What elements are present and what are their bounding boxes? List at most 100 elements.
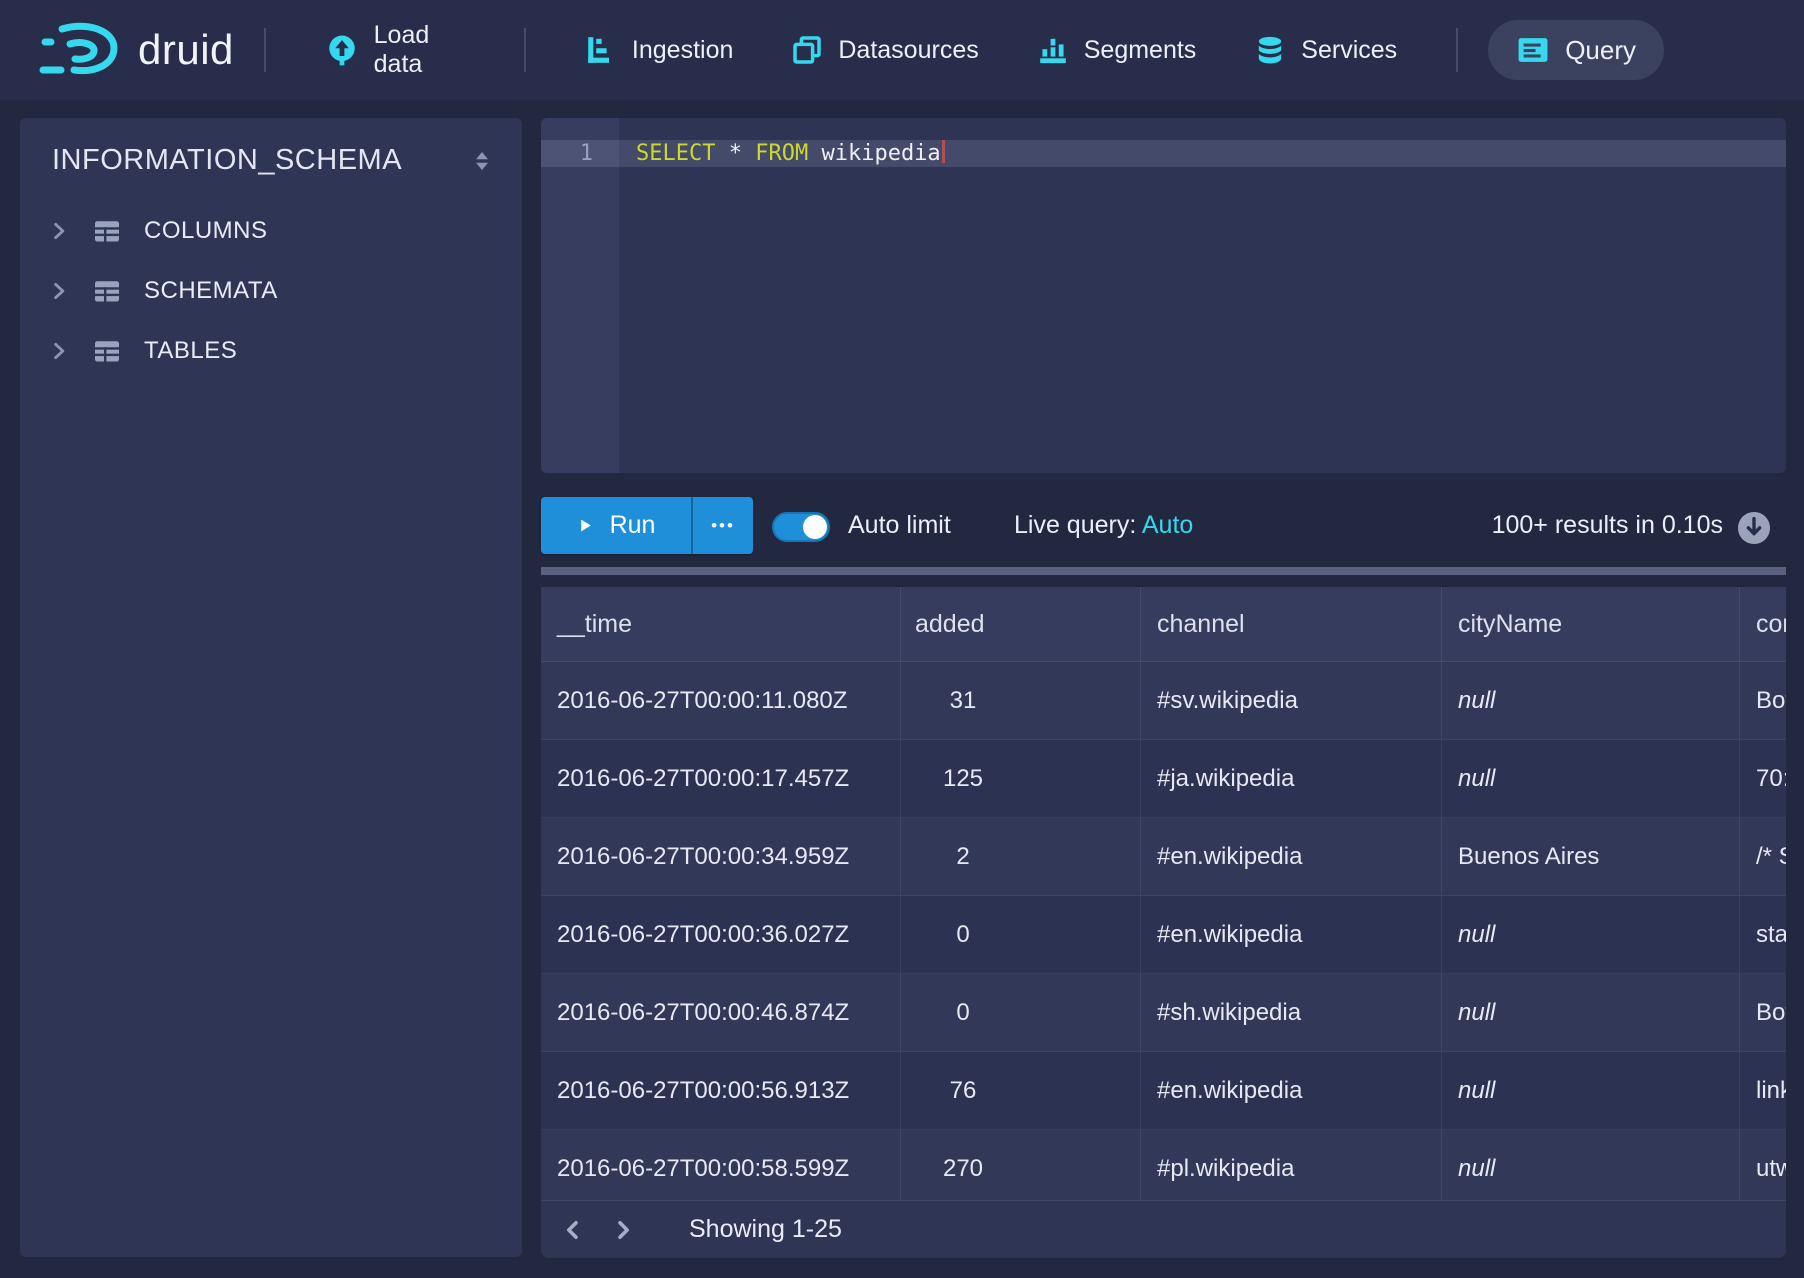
cell-added[interactable]: 2 (901, 818, 1141, 895)
line-number: 1 (541, 140, 619, 167)
nav-item-segments[interactable]: Segments (1008, 0, 1226, 100)
run-more-button[interactable]: ••• (691, 497, 753, 554)
cell-time[interactable]: 2016-06-27T00:00:56.913Z (541, 1052, 901, 1129)
tree-item-schemata[interactable]: SCHEMATA (20, 261, 522, 321)
cell-time[interactable]: 2016-06-27T00:00:34.959Z (541, 818, 901, 895)
cell-added-value: 2 (915, 818, 1011, 895)
next-page-button[interactable] (601, 1208, 645, 1252)
schema-tree: COLUMNS SCHEMATA TABLE (20, 201, 522, 381)
table-row: 2016-06-27T00:00:56.913Z 76 #en.wikipedi… (541, 1052, 1786, 1130)
cell-cityname[interactable]: null (1442, 740, 1740, 817)
cell-time[interactable]: 2016-06-27T00:00:17.457Z (541, 740, 901, 817)
run-button[interactable]: Run (541, 497, 691, 554)
cell-comment[interactable]: 70: (1740, 740, 1786, 817)
cell-channel[interactable]: #en.wikipedia (1141, 1052, 1442, 1129)
auto-limit-label: Auto limit (848, 497, 951, 554)
nav-item-load-data[interactable]: Load data (296, 0, 495, 100)
table-body: 2016-06-27T00:00:11.080Z 31 #sv.wikipedi… (541, 662, 1786, 1208)
tree-item-label: COLUMNS (144, 217, 268, 245)
cell-added[interactable]: 125 (901, 740, 1141, 817)
column-header-cityname[interactable]: cityName (1442, 587, 1740, 661)
nav-item-label: Ingestion (632, 36, 733, 65)
cell-added[interactable]: 31 (901, 662, 1141, 739)
nav-item-ingestion[interactable]: Ingestion (556, 0, 762, 100)
cell-cityname[interactable]: null (1442, 662, 1740, 739)
column-header-time[interactable]: __time (541, 587, 901, 661)
cell-channel[interactable]: #sh.wikipedia (1141, 974, 1442, 1051)
prev-page-button[interactable] (551, 1208, 595, 1252)
navbar: druid Load data Ingestion Datasources (0, 0, 1804, 100)
cell-comment[interactable]: link (1740, 1052, 1786, 1129)
cell-time[interactable]: 2016-06-27T00:00:58.599Z (541, 1130, 901, 1207)
auto-limit-toggle[interactable] (772, 512, 830, 542)
cell-added[interactable]: 76 (901, 1052, 1141, 1129)
cell-channel[interactable]: #en.wikipedia (1141, 896, 1442, 973)
sql-star: * (729, 141, 742, 166)
resize-divider[interactable] (541, 567, 1786, 575)
brand-name: druid (138, 26, 234, 74)
cell-added[interactable]: 0 (901, 974, 1141, 1051)
cell-channel[interactable]: #sv.wikipedia (1141, 662, 1442, 739)
sql-table-name: wikipedia (821, 141, 940, 166)
cell-cityname[interactable]: Buenos Aires (1442, 818, 1740, 895)
chevron-right-icon (48, 340, 70, 362)
nav-item-label: Services (1301, 36, 1397, 65)
cell-time[interactable]: 2016-06-27T00:00:36.027Z (541, 896, 901, 973)
toggle-knob (803, 515, 827, 539)
nav-divider (1456, 28, 1458, 72)
cell-cityname[interactable]: null (1442, 1052, 1740, 1129)
cell-added-value: 31 (915, 662, 1011, 739)
chevron-right-icon (611, 1218, 635, 1242)
schema-title: INFORMATION_SCHEMA (52, 144, 402, 177)
cell-comment[interactable]: Bot (1740, 662, 1786, 739)
tree-item-tables[interactable]: TABLES (20, 321, 522, 381)
sort-icon[interactable] (470, 149, 494, 173)
cell-comment[interactable]: sta (1740, 896, 1786, 973)
editor-active-line[interactable]: 1 SELECT * FROM wikipedia (541, 140, 1786, 167)
load-data-icon (325, 33, 359, 67)
play-icon (577, 517, 594, 534)
cell-time[interactable]: 2016-06-27T00:00:46.874Z (541, 974, 901, 1051)
nav-item-query-active[interactable]: Query (1488, 20, 1664, 80)
cell-channel[interactable]: #en.wikipedia (1141, 818, 1442, 895)
sql-keyword: SELECT (636, 141, 715, 166)
cell-cityname[interactable]: null (1442, 1130, 1740, 1207)
chevron-right-icon (48, 280, 70, 302)
run-button-label: Run (610, 511, 656, 540)
tree-item-label: SCHEMATA (144, 277, 278, 305)
cell-added[interactable]: 270 (901, 1130, 1141, 1207)
sql-text[interactable]: SELECT * FROM wikipedia (619, 140, 1786, 167)
nav-item-datasources[interactable]: Datasources (762, 0, 1007, 100)
cell-channel[interactable]: #ja.wikipedia (1141, 740, 1442, 817)
sql-editor[interactable]: 1 SELECT * FROM wikipedia (541, 118, 1786, 473)
ellipsis-icon: ••• (711, 516, 735, 536)
column-header-channel[interactable]: channel (1141, 587, 1442, 661)
table-row: 2016-06-27T00:00:46.874Z 0 #sh.wikipedia… (541, 974, 1786, 1052)
cell-comment[interactable]: utw (1740, 1130, 1786, 1207)
cell-added[interactable]: 0 (901, 896, 1141, 973)
cell-added-value: 270 (915, 1130, 1011, 1207)
download-results-button[interactable] (1737, 511, 1771, 545)
cell-comment[interactable]: Bot (1740, 974, 1786, 1051)
cell-comment[interactable]: /* S (1740, 818, 1786, 895)
datasources-icon (791, 34, 823, 66)
cell-channel[interactable]: #pl.wikipedia (1141, 1130, 1442, 1207)
nav-item-label: Segments (1084, 36, 1197, 65)
download-icon (1737, 511, 1771, 545)
cell-time[interactable]: 2016-06-27T00:00:11.080Z (541, 662, 901, 739)
druid-logo-icon (38, 19, 126, 81)
column-header-added[interactable]: added (901, 587, 1141, 661)
run-button-group: Run ••• (541, 497, 753, 554)
table-icon (92, 216, 122, 246)
live-query-value[interactable]: Auto (1142, 511, 1193, 539)
cell-added-value: 0 (915, 896, 1011, 973)
nav-item-services[interactable]: Services (1225, 0, 1426, 100)
cell-cityname[interactable]: null (1442, 974, 1740, 1051)
column-header-comment[interactable]: comment (1740, 587, 1786, 661)
results-summary: 100+ results in 0.10s (1492, 497, 1723, 554)
druid-brand[interactable]: druid (38, 19, 234, 81)
cell-added-value: 0 (915, 974, 1011, 1051)
table-row: 2016-06-27T00:00:34.959Z 2 #en.wikipedia… (541, 818, 1786, 896)
cell-cityname[interactable]: null (1442, 896, 1740, 973)
tree-item-columns[interactable]: COLUMNS (20, 201, 522, 261)
